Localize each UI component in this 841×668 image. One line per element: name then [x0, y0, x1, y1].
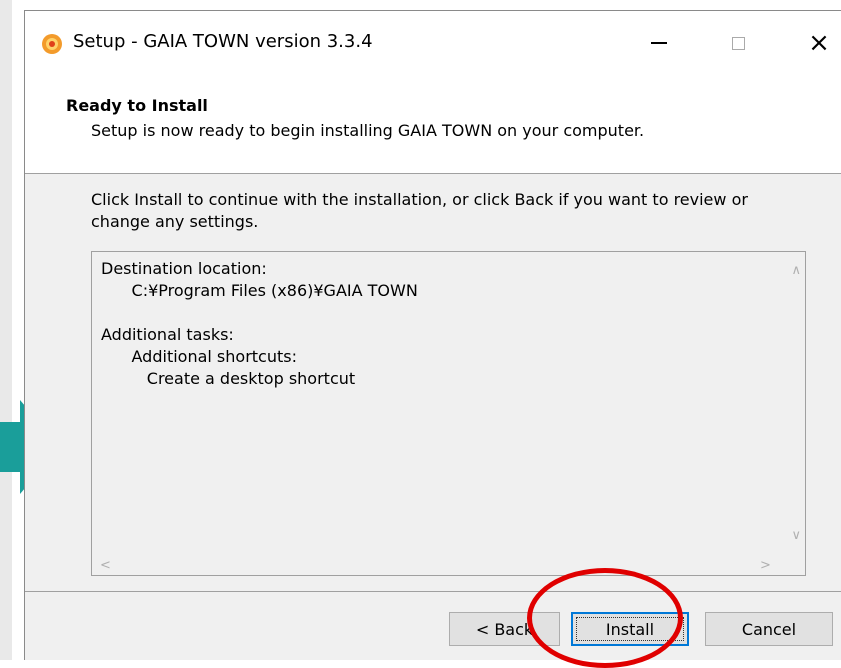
minimize-button[interactable] [635, 19, 683, 67]
bottom-divider [25, 591, 841, 592]
page-title: Ready to Install [66, 96, 208, 115]
scroll-left-icon[interactable]: < [100, 559, 111, 572]
maximize-icon [731, 36, 745, 50]
header-panel: Ready to Install Setup is now ready to b… [25, 77, 841, 174]
ready-memo-box[interactable]: Destination location: C:¥Program Files (… [91, 251, 806, 576]
setup-disc-icon [42, 34, 62, 54]
focus-rectangle [576, 617, 684, 641]
minimize-icon [651, 42, 667, 44]
scroll-down-icon[interactable]: ∨ [791, 529, 801, 542]
window-title: Setup - GAIA TOWN version 3.3.4 [73, 31, 373, 52]
back-button[interactable]: < Back [449, 612, 560, 646]
setup-dialog: Setup - GAIA TOWN version 3.3.4 × Ready … [24, 10, 841, 660]
instructions-text: Click Install to continue with the insta… [91, 190, 748, 231]
page-subtitle: Setup is now ready to begin installing G… [91, 121, 645, 140]
scroll-up-icon[interactable]: ∧ [791, 264, 801, 277]
cancel-button[interactable]: Cancel [705, 612, 833, 646]
vertical-scrollbar[interactable]: ∧ ∨ [785, 252, 805, 555]
scroll-right-icon[interactable]: > [760, 559, 771, 572]
title-bar: Setup - GAIA TOWN version 3.3.4 × [25, 11, 841, 77]
background-strip [0, 0, 12, 660]
horizontal-scrollbar[interactable]: < > [92, 555, 785, 575]
install-button[interactable]: Install [571, 612, 689, 646]
close-button[interactable]: × [795, 19, 841, 67]
memo-text: Destination location: C:¥Program Files (… [101, 259, 418, 388]
maximize-button[interactable] [714, 19, 762, 67]
close-icon: × [808, 28, 830, 58]
